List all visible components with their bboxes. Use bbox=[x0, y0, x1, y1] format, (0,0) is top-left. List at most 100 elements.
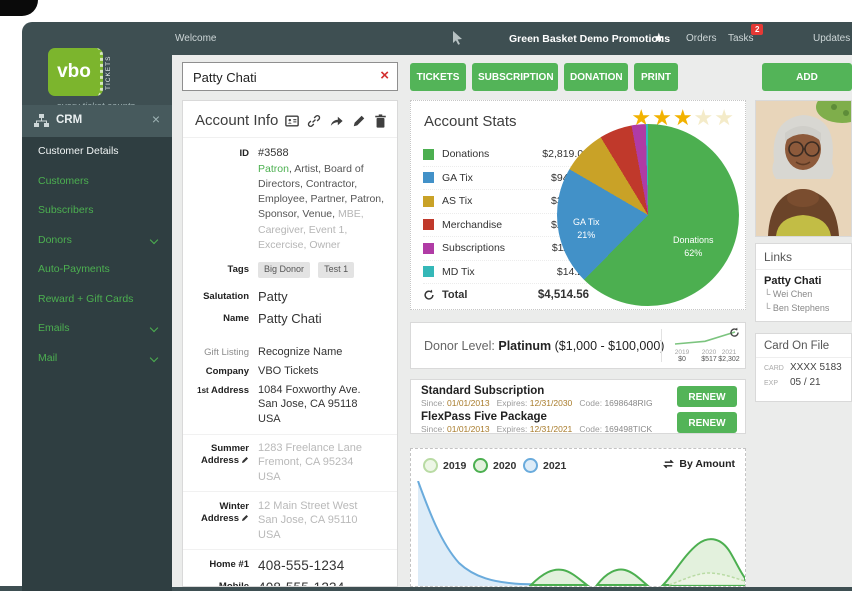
edit-pencil-icon[interactable] bbox=[352, 114, 366, 128]
contact-card-icon[interactable] bbox=[285, 114, 299, 128]
card-on-file-title: Card On File bbox=[756, 334, 851, 358]
print-button[interactable]: PRINT bbox=[634, 63, 678, 91]
topbar-updates[interactable]: Updates bbox=[813, 33, 850, 44]
renew-button[interactable]: RENEW bbox=[677, 412, 737, 433]
portrait-illustration bbox=[756, 101, 851, 236]
legend-row: MD Tix$14.22 bbox=[423, 261, 589, 285]
subscriptions-card: Standard Subscription Since: 01/01/2013 … bbox=[410, 379, 746, 434]
tasks-count-badge: 2 bbox=[751, 24, 763, 35]
sidebar-item-customer-details[interactable]: Customer Details bbox=[22, 137, 172, 167]
legend-dot bbox=[423, 458, 438, 473]
customer-photo bbox=[755, 100, 852, 237]
pie-label-ga-tix: GA Tix21% bbox=[573, 216, 600, 241]
donation-button[interactable]: DONATION bbox=[564, 63, 628, 91]
legend-swatch bbox=[423, 219, 434, 230]
favorite-star-icon[interactable]: ★ bbox=[653, 30, 665, 46]
refresh-icon[interactable] bbox=[729, 327, 740, 338]
chevron-down-icon bbox=[150, 235, 158, 243]
legend-swatch bbox=[423, 266, 434, 277]
links-card: Links Patty Chati └ Wei Chen └ Ben Steph… bbox=[755, 243, 852, 322]
crm-section-label: CRM bbox=[56, 114, 82, 126]
delete-trash-icon[interactable] bbox=[374, 114, 387, 128]
customer-search-box: × bbox=[182, 62, 398, 91]
sidebar-item-emails[interactable]: Emails bbox=[22, 314, 172, 344]
legend-row: Donations$2,819.00 bbox=[423, 143, 589, 167]
pie-label-donations: Donations62% bbox=[673, 234, 714, 259]
field-id: ID #3588 Patron, Artist, Board of Direct… bbox=[183, 143, 397, 256]
legend-total-row: Total$4,514.56 bbox=[423, 284, 589, 307]
add-button[interactable]: ADD bbox=[762, 63, 852, 91]
account-info-title: Account Info bbox=[195, 112, 278, 129]
welcome-label: Welcome bbox=[175, 33, 217, 44]
linked-account[interactable]: └ Wei Chen bbox=[756, 288, 851, 302]
trend-area-chart bbox=[411, 481, 745, 586]
sidebar-item-auto-payments[interactable]: Auto-Payments bbox=[22, 255, 172, 285]
sidebar-section-crm[interactable]: CRM × bbox=[22, 105, 172, 137]
sidebar-menu: Customer Details Customers Subscribers D… bbox=[22, 137, 172, 591]
clear-search-icon[interactable]: × bbox=[380, 67, 389, 84]
legend-dot bbox=[523, 458, 538, 473]
share-forward-icon[interactable] bbox=[329, 114, 344, 128]
tickets-button[interactable]: TICKETS bbox=[410, 63, 466, 91]
sidebar-item-mail[interactable]: Mail bbox=[22, 344, 172, 374]
subscription-button[interactable]: SUBSCRIPTION bbox=[472, 63, 558, 91]
field-address-1: 1st Address 1084 Foxworthy Ave. San Jose… bbox=[183, 381, 397, 429]
donor-trend-polyline bbox=[675, 332, 735, 344]
vbo-logo[interactable]: vbo bbox=[48, 48, 103, 96]
field-tags: Tags Big Donor Test 1 bbox=[183, 260, 397, 281]
customer-search-input[interactable] bbox=[191, 63, 370, 92]
app-window: Welcome Green Basket Demo Promotions ★ O… bbox=[22, 22, 852, 591]
chevron-down-icon bbox=[150, 353, 158, 361]
subscription-row: Standard Subscription Since: 01/01/2013 … bbox=[421, 385, 669, 408]
field-summer-address: Summer Address 1283 Freelance Lane Fremo… bbox=[183, 439, 397, 487]
legend-dot bbox=[473, 458, 488, 473]
edit-pencil-icon[interactable] bbox=[241, 514, 249, 522]
sidebar-item-subscribers[interactable]: Subscribers bbox=[22, 196, 172, 226]
sidebar: vbo TICKETS every ticket counts. CRM × C… bbox=[22, 22, 172, 591]
background-window-corner bbox=[0, 0, 38, 16]
donor-year-2019: 2019$0 bbox=[667, 349, 697, 363]
account-stats-title: Account Stats bbox=[424, 113, 517, 130]
topbar-tasks[interactable]: Tasks bbox=[728, 33, 754, 44]
card-number-row: CARD XXXX 5183 bbox=[756, 358, 851, 373]
sidebar-item-donors[interactable]: Donors bbox=[22, 226, 172, 256]
refresh-icon[interactable] bbox=[423, 289, 435, 301]
divider bbox=[183, 491, 397, 492]
renew-button[interactable]: RENEW bbox=[677, 386, 737, 407]
trend-legend-2019[interactable]: 2019 bbox=[423, 458, 466, 473]
linked-account[interactable]: └ Ben Stephens bbox=[756, 302, 851, 316]
field-winter-address: Winter Address 12 Main Street West San J… bbox=[183, 496, 397, 544]
link-icon[interactable] bbox=[307, 114, 321, 128]
field-company: Company VBO Tickets bbox=[183, 361, 397, 380]
account-stats-pie bbox=[557, 124, 739, 306]
tag-chip[interactable]: Test 1 bbox=[318, 262, 354, 278]
legend-swatch bbox=[423, 149, 434, 160]
account-stats-card: Account Stats ★★★★★ Donations$2,819.00 G… bbox=[410, 100, 746, 310]
crm-sitemap-icon bbox=[34, 114, 49, 128]
field-gift-listing: Gift Listing Recognize Name bbox=[183, 342, 397, 361]
links-primary[interactable]: Patty Chati bbox=[756, 270, 851, 288]
topbar-orders[interactable]: Orders bbox=[686, 33, 717, 44]
chevron-down-icon bbox=[150, 324, 158, 332]
swap-arrows-icon bbox=[662, 459, 675, 469]
tag-chip[interactable]: Big Donor bbox=[258, 262, 310, 278]
divider bbox=[661, 329, 662, 362]
account-info-card: Account Info ID #3588 Patron, Artist, Bo… bbox=[182, 100, 398, 587]
trend-legend-2020[interactable]: 2020 bbox=[473, 458, 516, 473]
divider bbox=[183, 434, 397, 435]
org-name[interactable]: Green Basket Demo Promotions bbox=[509, 33, 670, 45]
donor-level-text: Donor Level: Platinum ($1,000 - $100,000… bbox=[424, 339, 664, 353]
sidebar-item-customers[interactable]: Customers bbox=[22, 167, 172, 197]
trend-legend-2021[interactable]: 2021 bbox=[523, 458, 566, 473]
purchase-trend-card: 2019 2020 2021 By Amount bbox=[410, 448, 746, 587]
field-name: Name Patty Chati bbox=[183, 308, 397, 330]
field-mobile-phone: Mobile 408-555-1234 bbox=[183, 577, 397, 587]
by-amount-toggle[interactable]: By Amount bbox=[662, 458, 735, 470]
sidebar-item-reward-gift-cards[interactable]: Reward + Gift Cards bbox=[22, 285, 172, 315]
crm-close-icon[interactable]: × bbox=[152, 111, 160, 127]
mouse-cursor-icon bbox=[452, 31, 463, 45]
card-exp-row: EXP 05 / 21 bbox=[756, 373, 851, 388]
edit-pencil-icon[interactable] bbox=[241, 456, 249, 464]
donor-level-card: Donor Level: Platinum ($1,000 - $100,000… bbox=[410, 322, 746, 369]
field-salutation: Salutation Patty bbox=[183, 286, 397, 308]
